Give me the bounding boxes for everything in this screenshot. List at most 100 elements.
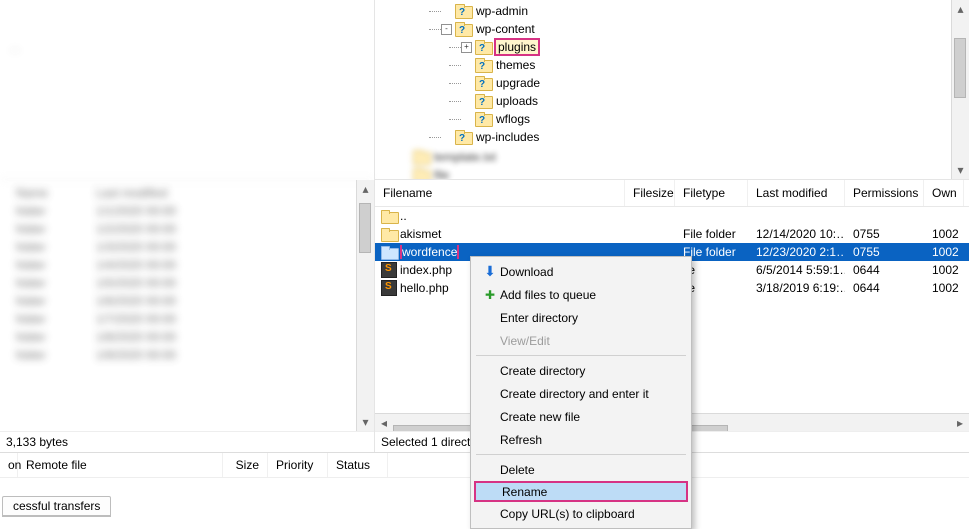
menu-label: Add files to queue bbox=[500, 288, 680, 302]
tree-label: wp-content bbox=[474, 22, 537, 36]
tree-item-uploads[interactable]: ?uploads bbox=[381, 92, 969, 110]
menu-item-create-directory-and-enter-it[interactable]: Create directory and enter it bbox=[474, 382, 688, 405]
queue-col-priority[interactable]: Priority bbox=[268, 453, 328, 477]
folder-icon: ? bbox=[475, 112, 491, 126]
file-owner: 1002 bbox=[924, 227, 964, 241]
file-permissions: 0755 bbox=[845, 245, 924, 259]
local-file-list[interactable]: NameLast modified folder1/1/2020 00:00 f… bbox=[0, 180, 374, 431]
list-row[interactable]: .. bbox=[375, 207, 969, 225]
tree-item-upgrade[interactable]: ?upgrade bbox=[381, 74, 969, 92]
menu-label: Rename bbox=[502, 485, 678, 499]
folder-icon bbox=[381, 210, 397, 223]
menu-item-create-new-file[interactable]: Create new file bbox=[474, 405, 688, 428]
remote-tree[interactable]: ?wp-admin-?wp-content+?plugins?themes?up… bbox=[375, 0, 969, 180]
list-header[interactable]: Filename Filesize Filetype Last modified… bbox=[375, 180, 969, 207]
menu-label: View/Edit bbox=[500, 334, 680, 348]
col-filetype[interactable]: Filetype bbox=[675, 180, 748, 206]
remote-tree-scrollbar[interactable]: ▴ ▾ bbox=[951, 0, 969, 179]
folder-icon: ? bbox=[475, 76, 491, 90]
menu-item-download[interactable]: ⬇ Download bbox=[474, 260, 688, 283]
local-pane: ... NameLast modified folder1/1/2020 00:… bbox=[0, 0, 375, 452]
scroll-left-icon[interactable]: ◂ bbox=[375, 414, 393, 432]
tree-label: wflogs bbox=[494, 112, 532, 126]
menu-item-copy-url-s-to-clipboard[interactable]: Copy URL(s) to clipboard bbox=[474, 502, 688, 525]
tree-label: uploads bbox=[494, 94, 540, 108]
file-name: akismet bbox=[400, 227, 625, 241]
scroll-up-icon[interactable]: ▴ bbox=[357, 180, 375, 198]
menu-label: Download bbox=[500, 265, 680, 279]
menu-label: Create directory and enter it bbox=[500, 387, 680, 401]
menu-item-create-directory[interactable]: Create directory bbox=[474, 359, 688, 382]
folder-icon: ? bbox=[455, 130, 471, 144]
file-icon bbox=[381, 262, 397, 278]
menu-separator bbox=[476, 454, 686, 455]
local-tree[interactable]: ... bbox=[0, 0, 374, 180]
menu-item-rename[interactable]: Rename bbox=[474, 481, 688, 502]
menu-item-refresh[interactable]: Refresh bbox=[474, 428, 688, 451]
scroll-right-icon[interactable]: ▸ bbox=[951, 414, 969, 432]
context-menu[interactable]: ⬇ Download ✚ Add files to queue Enter direct… bbox=[470, 256, 692, 529]
scroll-up-icon[interactable]: ▴ bbox=[952, 0, 969, 18]
tree-item-themes[interactable]: ?themes bbox=[381, 56, 969, 74]
scroll-down-icon[interactable]: ▾ bbox=[952, 161, 969, 179]
file-permissions: 0755 bbox=[845, 227, 924, 241]
menu-separator bbox=[476, 355, 686, 356]
menu-label: Delete bbox=[500, 463, 680, 477]
tab-successful-transfers[interactable]: cessful transfers bbox=[2, 496, 111, 517]
menu-label: Enter directory bbox=[500, 311, 680, 325]
menu-label: Create new file bbox=[500, 410, 680, 424]
folder-icon bbox=[381, 228, 397, 241]
col-filesize[interactable]: Filesize bbox=[625, 180, 675, 206]
folder-icon: ? bbox=[475, 94, 491, 108]
add-queue-icon: ✚ bbox=[485, 288, 495, 302]
col-filename[interactable]: Filename bbox=[375, 180, 625, 206]
file-permissions: 0644 bbox=[845, 281, 924, 295]
file-modified: 3/18/2019 6:19:… bbox=[748, 281, 845, 295]
menu-item-add-files-to-queue[interactable]: ✚ Add files to queue bbox=[474, 283, 688, 306]
scroll-down-icon[interactable]: ▾ bbox=[357, 413, 375, 431]
file-owner: 1002 bbox=[924, 263, 964, 277]
folder-icon: ? bbox=[455, 4, 471, 18]
menu-label: Copy URL(s) to clipboard bbox=[500, 507, 680, 521]
queue-col-size[interactable]: Size bbox=[223, 453, 268, 477]
menu-item-delete[interactable]: Delete bbox=[474, 458, 688, 481]
tree-item-wp-content[interactable]: -?wp-content bbox=[381, 20, 969, 38]
download-icon: ⬇ bbox=[484, 263, 496, 280]
file-owner: 1002 bbox=[924, 281, 964, 295]
file-permissions: 0644 bbox=[845, 263, 924, 277]
file-modified: 12/23/2020 2:1… bbox=[748, 245, 845, 259]
folder-icon bbox=[381, 246, 397, 259]
col-lastmod[interactable]: Last modified bbox=[748, 180, 845, 206]
tree-label: themes bbox=[494, 58, 537, 72]
queue-col-status[interactable]: Status bbox=[328, 453, 388, 477]
tree-item-wp-includes[interactable]: ?wp-includes bbox=[381, 128, 969, 146]
expander-icon[interactable]: + bbox=[461, 42, 472, 53]
folder-icon: ? bbox=[455, 22, 471, 36]
expander-icon[interactable]: - bbox=[441, 24, 452, 35]
tree-label: wp-includes bbox=[474, 130, 541, 144]
queue-col-remote-file[interactable]: Remote file bbox=[18, 453, 223, 477]
tree-label: plugins bbox=[494, 38, 540, 56]
menu-item-enter-directory[interactable]: Enter directory bbox=[474, 306, 688, 329]
folder-icon: ? bbox=[475, 58, 491, 72]
local-status: 3,133 bytes bbox=[0, 431, 374, 452]
tree-item-wp-admin[interactable]: ?wp-admin bbox=[381, 2, 969, 20]
local-list-scrollbar[interactable]: ▴ ▾ bbox=[356, 180, 374, 431]
file-modified: 12/14/2020 10:… bbox=[748, 227, 845, 241]
queue-col-direction[interactable]: on bbox=[0, 453, 18, 477]
tree-item-plugins[interactable]: +?plugins bbox=[381, 38, 969, 56]
file-modified: 6/5/2014 5:59:1… bbox=[748, 263, 845, 277]
tree-label: upgrade bbox=[494, 76, 542, 90]
col-owner[interactable]: Own bbox=[924, 180, 964, 206]
menu-label: Create directory bbox=[500, 364, 680, 378]
col-permissions[interactable]: Permissions bbox=[845, 180, 924, 206]
menu-item-view-edit: View/Edit bbox=[474, 329, 688, 352]
file-name: wordfence bbox=[400, 245, 459, 259]
file-name: .. bbox=[400, 209, 625, 223]
tree-item-wflogs[interactable]: ?wflogs bbox=[381, 110, 969, 128]
folder-icon: ? bbox=[475, 40, 491, 54]
tree-label: wp-admin bbox=[474, 4, 530, 18]
list-row[interactable]: akismet File folder12/14/2020 10:…0755100… bbox=[375, 225, 969, 243]
file-type: File folder bbox=[675, 227, 748, 241]
file-owner: 1002 bbox=[924, 245, 964, 259]
